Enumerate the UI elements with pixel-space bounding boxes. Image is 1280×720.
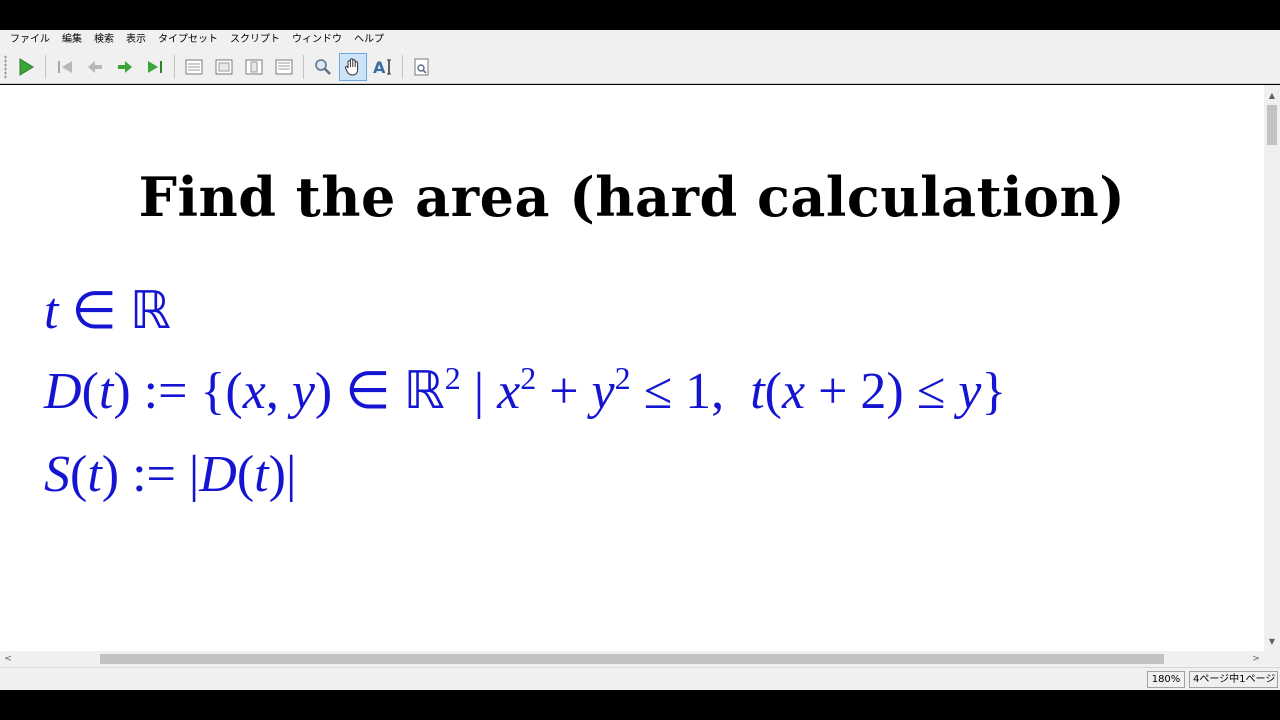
math-line-t-in-reals: t ∈ ℝ — [44, 283, 171, 340]
text-select-icon[interactable]: A — [369, 53, 397, 81]
menu-window[interactable]: ウィンドウ — [286, 30, 348, 50]
menu-search[interactable]: 検索 — [88, 30, 120, 50]
scrollbar-corner — [1264, 651, 1280, 667]
menu-script[interactable]: スクリプト — [224, 30, 286, 50]
scroll-up-icon[interactable]: ▲ — [1264, 87, 1280, 103]
toolbar-separator — [174, 54, 175, 79]
svg-text:A: A — [373, 58, 386, 77]
top-black-border — [0, 0, 1280, 30]
page-indicator: 4ページ中1ページ — [1189, 671, 1278, 688]
fit-width-icon[interactable] — [270, 53, 298, 81]
document-viewport[interactable]: Find the area (hard calculation) t ∈ ℝ D… — [0, 85, 1264, 651]
menu-bar: ファイル 編集 検索 表示 タイプセット スクリプト ウィンドウ ヘルプ — [0, 30, 1280, 50]
menu-view[interactable]: 表示 — [120, 30, 152, 50]
toolbar: A — [0, 50, 1280, 84]
math-line-definition-D: D(t) := {(x, y) ∈ ℝ2 | x2 + y2 ≤ 1, t(x … — [44, 359, 1007, 420]
toolbar-separator — [402, 54, 403, 79]
last-page-icon[interactable] — [141, 53, 169, 81]
menu-typeset[interactable]: タイプセット — [152, 30, 224, 50]
menu-help[interactable]: ヘルプ — [348, 30, 390, 50]
play-icon[interactable] — [12, 53, 40, 81]
search-document-icon[interactable] — [408, 53, 436, 81]
menu-edit[interactable]: 編集 — [56, 30, 88, 50]
magnifier-icon[interactable] — [309, 53, 337, 81]
single-page-icon[interactable] — [180, 53, 208, 81]
first-page-icon[interactable] — [51, 53, 79, 81]
scroll-left-icon[interactable]: < — [0, 651, 16, 667]
fit-page-icon[interactable] — [240, 53, 268, 81]
horizontal-scrollbar[interactable]: < > — [0, 651, 1264, 667]
horizontal-scroll-thumb[interactable] — [100, 654, 1164, 664]
page-title: Find the area (hard calculation) — [138, 165, 1126, 229]
status-bar: 180% 4ページ中1ページ — [0, 667, 1280, 690]
toolbar-separator — [303, 54, 304, 79]
zoom-level[interactable]: 180% — [1147, 671, 1185, 688]
next-page-icon[interactable] — [111, 53, 139, 81]
vertical-scroll-thumb[interactable] — [1267, 105, 1277, 145]
toolbar-grip[interactable] — [4, 54, 7, 79]
hand-tool-icon[interactable] — [339, 52, 367, 81]
bottom-black-border — [0, 690, 1280, 720]
math-line-definition-S: S(t) := |D(t)| — [44, 446, 297, 503]
menu-file[interactable]: ファイル — [4, 30, 56, 50]
scroll-down-icon[interactable]: ▼ — [1264, 633, 1280, 649]
prev-page-icon[interactable] — [81, 53, 109, 81]
scroll-right-icon[interactable]: > — [1248, 651, 1264, 667]
double-page-icon[interactable] — [210, 53, 238, 81]
toolbar-separator — [45, 54, 46, 79]
vertical-scrollbar[interactable]: ▲ ▼ — [1264, 85, 1280, 651]
